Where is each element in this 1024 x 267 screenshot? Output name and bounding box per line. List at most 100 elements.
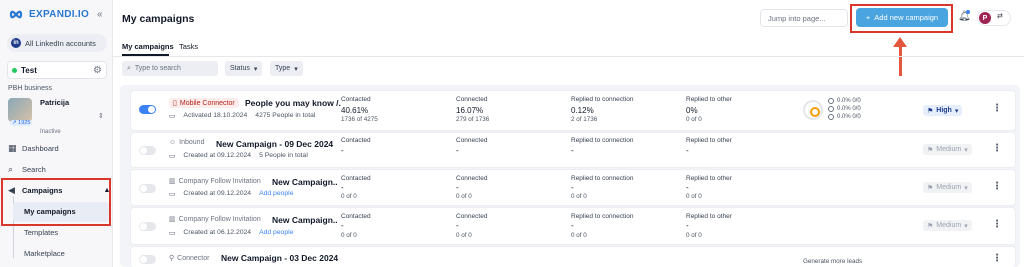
priority-dropdown[interactable]: ⚑ Medium ▾ xyxy=(923,182,972,193)
company-icon: ▥ xyxy=(169,178,176,185)
workspace-name: Test xyxy=(21,65,37,75)
stat-label: Connected xyxy=(456,96,488,103)
campaign-row[interactable]: ⚲ Connector New Campaign - 03 Dec 2024 G… xyxy=(130,246,1016,267)
stat-label: Connected xyxy=(456,175,488,182)
campaign-toggle[interactable] xyxy=(139,146,156,155)
profile-card[interactable]: ↗ 1925 Patricija Inactive ⇕ xyxy=(8,98,108,136)
sub-marketplace[interactable]: Marketplace xyxy=(24,249,65,258)
tab-my-campaigns[interactable]: My campaigns xyxy=(122,42,174,51)
tab-tasks[interactable]: Tasks xyxy=(179,42,198,51)
linkedin-icon: in xyxy=(11,38,21,48)
collapse-sidebar-icon[interactable]: « xyxy=(97,9,103,20)
more-icon[interactable]: ⋮ xyxy=(992,181,1002,192)
priority-label: Medium xyxy=(936,222,962,229)
more-icon[interactable]: ⋮ xyxy=(992,143,1002,154)
campaign-toggle[interactable] xyxy=(139,255,156,264)
campaign-type: Mobile Connector xyxy=(179,99,235,107)
stat-label: Contacted xyxy=(341,137,371,144)
user-avatar[interactable]: P xyxy=(979,12,991,24)
priority-dropdown[interactable]: ⚑ High ▾ xyxy=(923,105,963,116)
add-people-link[interactable]: Add people xyxy=(259,190,293,198)
stat-label: Replied to other xyxy=(686,137,732,144)
campaign-name[interactable]: New Campaign - 09 Dec 2024 xyxy=(216,139,336,149)
status-filter-label: Status xyxy=(230,65,250,72)
gear-icon[interactable]: ⚙ xyxy=(93,65,102,76)
all-linkedin-accounts-button[interactable]: in All LinkedIn accounts xyxy=(7,34,107,52)
campaigns-highlight-frame xyxy=(1,178,111,226)
profile-status: Inactive xyxy=(40,129,61,135)
mobile-icon: ▯ xyxy=(173,100,177,107)
campaign-row[interactable]: ▯ Mobile Connector People you may know /… xyxy=(130,90,1016,131)
chevron-down-icon: ▾ xyxy=(253,65,258,73)
nav-dashboard[interactable]: ▦ Dashboard xyxy=(8,144,59,154)
brand-logo[interactable]: EXPANDI.IO xyxy=(7,8,89,21)
stat-label: Contacted xyxy=(341,213,371,220)
search-placeholder: Type to search xyxy=(134,65,181,72)
campaign-toggle[interactable] xyxy=(139,222,156,231)
stat-sub: 0 of 0 xyxy=(456,193,472,200)
arrow-shaft xyxy=(899,45,902,76)
campaign-name[interactable]: New Campaign... xyxy=(272,215,338,225)
sidebar: EXPANDI.IO « in All LinkedIn accounts Te… xyxy=(0,0,113,267)
stat-value: - xyxy=(341,146,344,155)
stat-label: Replied to connection xyxy=(571,96,634,103)
avatar xyxy=(8,98,32,122)
campaign-type-badge: ▯ Mobile Connector xyxy=(169,98,239,108)
campaign-search-input[interactable]: ⌕ Type to search xyxy=(122,61,218,76)
nav-dashboard-label: Dashboard xyxy=(22,144,59,153)
stat-value: - xyxy=(686,221,689,230)
stat-label: Replied to other xyxy=(686,96,732,103)
stat-sub: 0 of 0 xyxy=(571,193,587,200)
nav-search[interactable]: ⌕ Search xyxy=(8,165,46,175)
add-people-link[interactable]: Add people xyxy=(259,229,293,237)
campaign-date: Activated 18.10.2024 xyxy=(183,112,248,119)
generate-more-leads[interactable]: Generate more leads xyxy=(803,258,862,265)
stat-sub: 0 of 0 xyxy=(341,193,357,200)
mini-stat: 0.0% 0/0 xyxy=(828,98,861,104)
campaign-row[interactable]: ☺ Inbound New Campaign - 09 Dec 2024 ▭ C… xyxy=(130,132,1016,168)
people-count: 5 People in total xyxy=(259,152,308,159)
priority-dropdown[interactable]: ⚑ Medium ▾ xyxy=(923,220,972,231)
campaign-date: Created at 09.12.2024 xyxy=(183,190,252,197)
nav-search-label: Search xyxy=(22,165,46,174)
chevron-down-icon: ▾ xyxy=(964,222,968,230)
campaign-type-badge: ▥ Company Follow Invitation xyxy=(169,177,261,186)
people-count: 4275 People in total xyxy=(255,112,316,119)
calendar-icon: ▭ xyxy=(169,191,176,198)
mini-stat: 0.0% 0/0 xyxy=(828,114,861,120)
chevron-updown-icon[interactable]: ⇕ xyxy=(98,112,104,120)
workspace-selector[interactable]: Test ⚙ xyxy=(7,61,107,79)
campaign-toggle[interactable] xyxy=(139,105,156,114)
jump-input[interactable]: Jump into page... xyxy=(760,9,848,27)
switch-icon[interactable]: ⇄ xyxy=(997,12,1003,20)
campaign-name[interactable]: People you may know /... xyxy=(245,98,341,108)
add-new-campaign-button[interactable]: + Add new campaign xyxy=(856,8,948,27)
campaign-name[interactable]: New Campaign - 03 Dec 2024 xyxy=(221,253,341,263)
campaign-type: Inbound xyxy=(179,139,205,146)
more-icon[interactable]: ⋮ xyxy=(992,219,1002,230)
campaign-type: Company Follow Invitation xyxy=(178,177,261,185)
stat-value: - xyxy=(456,221,459,230)
more-icon[interactable]: ⋮ xyxy=(992,253,1002,264)
type-filter[interactable]: Type ▾ xyxy=(270,61,303,76)
profile-badge: ↗ 1925 xyxy=(10,120,33,126)
active-tab-underline xyxy=(122,54,169,56)
more-icon[interactable]: ⋮ xyxy=(992,103,1002,114)
priority-dropdown[interactable]: ⚑ Medium ▾ xyxy=(923,144,972,155)
campaign-name[interactable]: New Campaign... xyxy=(272,177,338,187)
stat-sub: 0 of 0 xyxy=(456,232,472,239)
chevron-down-icon: ▾ xyxy=(294,65,298,73)
campaign-toggle[interactable] xyxy=(139,184,156,193)
flag-icon: ⚑ xyxy=(927,107,934,115)
sub-templates[interactable]: Templates xyxy=(24,228,58,237)
stat-value: - xyxy=(571,221,574,230)
status-filter[interactable]: Status ▾ xyxy=(225,61,263,76)
campaign-type-badge: ▥ Company Follow Invitation xyxy=(169,215,261,224)
stat-value: - xyxy=(456,146,459,155)
campaign-row[interactable]: ▥ Company Follow Invitation New Campaign… xyxy=(130,169,1016,206)
stat-value: 0% xyxy=(686,106,698,115)
type-filter-label: Type xyxy=(275,65,291,72)
stat-value: - xyxy=(341,183,344,192)
campaign-row[interactable]: ▥ Company Follow Invitation New Campaign… xyxy=(130,207,1016,245)
flag-icon: ⚑ xyxy=(927,184,934,192)
